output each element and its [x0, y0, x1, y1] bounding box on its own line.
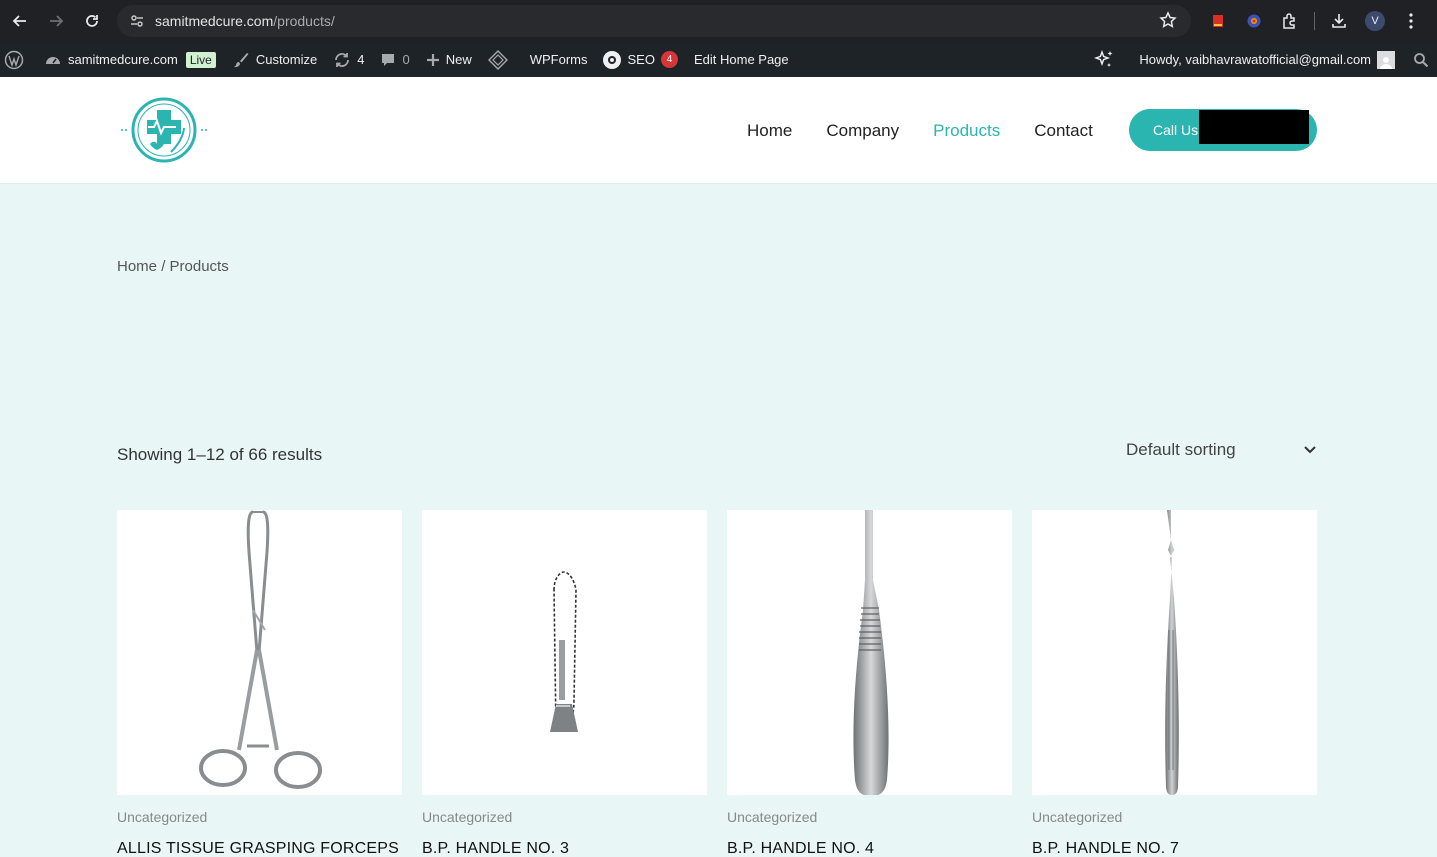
bp-handle-3-image [550, 571, 578, 732]
nav-products[interactable]: Products [933, 121, 1000, 141]
product-grid: Uncategorized ALLIS TISSUE GRASPING FORC… [117, 510, 1317, 857]
breadcrumb-current: Products [169, 258, 229, 275]
comment-bubble-icon [380, 52, 396, 68]
nav-home[interactable]: Home [747, 121, 792, 141]
product-card[interactable]: Uncategorized B.P. HANDLE NO. 3 [422, 510, 707, 857]
paintbrush-icon [232, 51, 250, 69]
main-navigation: Home Company Products Contact [747, 121, 1127, 141]
updates-refresh-icon [333, 51, 351, 69]
profile-avatar: V [1365, 11, 1385, 31]
site-header: Home Company Products Contact Call Us: [0, 77, 1437, 184]
browser-menu-icon[interactable] [1393, 3, 1429, 39]
back-arrow-icon [12, 15, 26, 27]
product-card[interactable]: Uncategorized B.P. HANDLE NO. 4 [727, 510, 1012, 857]
forward-arrow-icon [50, 15, 64, 27]
redacted-phone-block [1199, 110, 1309, 144]
breadcrumb: Home / Products [117, 258, 229, 275]
adminbar-search-button[interactable] [1405, 42, 1437, 77]
plus-icon [426, 53, 440, 67]
product-category[interactable]: Uncategorized [1032, 809, 1317, 825]
product-title[interactable]: B.P. HANDLE NO. 3 [422, 840, 707, 857]
product-card[interactable]: Uncategorized ALLIS TISSUE GRASPING FORC… [117, 510, 402, 857]
product-card[interactable]: Uncategorized B.P. HANDLE NO. 7 [1032, 510, 1317, 857]
diamond-plugin-button[interactable] [480, 42, 516, 77]
sorting-value: Default sorting [1126, 440, 1236, 459]
seo-count-badge: 4 [660, 51, 678, 68]
site-logo[interactable] [117, 96, 209, 166]
user-avatar [1377, 50, 1395, 69]
extension-circle-icon[interactable] [1236, 3, 1272, 39]
bp-handle-7-image [1165, 510, 1179, 795]
call-us-label: Call Us: [1153, 122, 1203, 138]
sorting-select[interactable]: Default sorting [1126, 439, 1317, 461]
profile-button[interactable]: V [1357, 3, 1393, 39]
customize-link[interactable]: Customize [224, 42, 325, 77]
new-content-link[interactable]: New [418, 42, 480, 77]
diamond-plugin-icon [487, 49, 508, 70]
sparkle-icon [1094, 49, 1113, 67]
site-info-icon[interactable] [127, 11, 147, 31]
forceps-image [199, 510, 322, 789]
result-count: Showing 1–12 of 66 results [117, 445, 323, 464]
chevron-down-icon [1304, 446, 1316, 454]
reload-icon [86, 15, 98, 27]
bp-handle-4-image [853, 510, 889, 795]
product-category[interactable]: Uncategorized [422, 809, 707, 825]
url-host: samitmedcure.com [155, 13, 274, 29]
product-title[interactable]: B.P. HANDLE NO. 7 [1032, 840, 1317, 857]
url-path: /products/ [273, 13, 335, 29]
wp-admin-bar: samitmedcure.com Live Customize 4 0 New … [0, 42, 1437, 77]
toolbar-divider [1314, 12, 1315, 30]
comments-count: 0 [402, 52, 410, 67]
address-bar[interactable]: samitmedcure.com/products/ [117, 5, 1191, 37]
nav-contact[interactable]: Contact [1034, 121, 1093, 141]
url-text: samitmedcure.com/products/ [155, 13, 335, 29]
seo-gear-icon [602, 50, 622, 70]
bookmark-star-icon[interactable] [1159, 11, 1177, 34]
edit-home-page-link[interactable]: Edit Home Page [686, 42, 797, 77]
product-title[interactable]: B.P. HANDLE NO. 4 [727, 840, 1012, 857]
wordpress-logo-button[interactable] [0, 42, 32, 77]
forward-button[interactable] [38, 3, 74, 39]
extensions-puzzle-icon[interactable] [1272, 3, 1308, 39]
nav-company[interactable]: Company [826, 121, 899, 141]
back-button[interactable] [2, 3, 38, 39]
seo-label: SEO [627, 52, 655, 67]
new-label: New [445, 52, 472, 67]
wpforms-label: WPForms [529, 52, 588, 67]
reload-button[interactable] [74, 3, 110, 39]
search-icon [1414, 52, 1429, 67]
dashboard-gauge-icon [44, 51, 62, 69]
product-image[interactable] [727, 510, 1012, 795]
my-account-link[interactable]: Howdy, vaibhavrawatofficial@gmail.com [1131, 42, 1405, 77]
product-category[interactable]: Uncategorized [117, 809, 402, 825]
seo-link[interactable]: SEO 4 [596, 42, 686, 77]
site-name-link[interactable]: samitmedcure.com Live [32, 42, 224, 77]
product-image[interactable] [422, 510, 707, 795]
howdy-text: Howdy, vaibhavrawatofficial@gmail.com [1139, 52, 1371, 67]
customize-label: Customize [255, 52, 318, 67]
product-image[interactable] [1032, 510, 1317, 795]
downloads-icon[interactable] [1321, 3, 1357, 39]
ai-sparkle-button[interactable] [1085, 42, 1131, 77]
live-badge: Live [185, 51, 216, 68]
edit-home-page-label: Edit Home Page [693, 52, 789, 67]
browser-toolbar: samitmedcure.com/products/ V [0, 0, 1437, 42]
updates-link[interactable]: 4 [325, 42, 372, 77]
wordpress-logo-icon [4, 50, 24, 69]
site-name: samitmedcure.com [68, 52, 178, 67]
breadcrumb-separator: / [161, 258, 170, 275]
wpforms-link[interactable]: WPForms [516, 42, 596, 77]
product-title[interactable]: ALLIS TISSUE GRASPING FORCEPS [117, 840, 402, 857]
updates-count: 4 [357, 52, 365, 67]
product-image[interactable] [117, 510, 402, 795]
breadcrumb-home[interactable]: Home [117, 258, 157, 275]
medical-cross-logo-icon [121, 97, 207, 163]
comments-link[interactable]: 0 [372, 42, 417, 77]
extension-red-icon[interactable] [1200, 3, 1236, 39]
product-category[interactable]: Uncategorized [727, 809, 1012, 825]
